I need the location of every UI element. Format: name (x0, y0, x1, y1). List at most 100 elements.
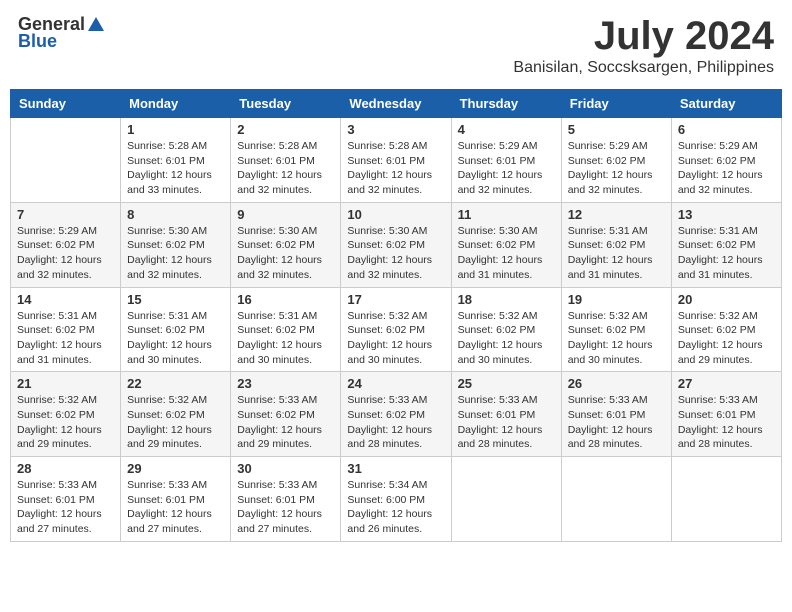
calendar-header-wednesday: Wednesday (341, 90, 451, 118)
calendar-week-row: 21 Sunrise: 5:32 AMSunset: 6:02 PMDayligh… (11, 372, 782, 457)
calendar-cell: 11Sunrise: 5:30 AMSunset: 6:02 PMDayligh… (451, 202, 561, 287)
calendar-week-row: 14 Sunrise: 5:31 AMSunset: 6:02 PMDayligh… (11, 287, 782, 372)
day-number: 28 (17, 461, 114, 476)
day-info: Sunrise: 5:34 AMSunset: 6:00 PMDaylight:… (347, 478, 444, 537)
day-info: Sunrise: 5:31 AMSunset: 6:02 PMDaylight:… (17, 309, 114, 368)
day-number: 25 (458, 376, 555, 391)
calendar-cell: 4 Sunrise: 5:29 AMSunset: 6:01 PMDaylight… (451, 118, 561, 203)
day-number: 14 (17, 292, 114, 307)
calendar-cell: 6 Sunrise: 5:29 AMSunset: 6:02 PMDaylight… (671, 118, 781, 203)
day-info: Sunrise: 5:31 AMSunset: 6:02 PMDaylight:… (678, 224, 775, 283)
calendar-header-sunday: Sunday (11, 90, 121, 118)
day-number: 26 (568, 376, 665, 391)
calendar-cell: 1 Sunrise: 5:28 AMSunset: 6:01 PMDaylight… (121, 118, 231, 203)
day-number: 5 (568, 122, 665, 137)
location-title: Banisilan, Soccsksargen, Philippines (513, 59, 774, 77)
logo-icon (86, 15, 106, 35)
calendar-cell: 28 Sunrise: 5:33 AMSunset: 6:01 PMDayligh… (11, 457, 121, 542)
day-info: Sunrise: 5:29 AMSunset: 6:01 PMDaylight:… (458, 139, 555, 198)
calendar-cell: 7 Sunrise: 5:29 AMSunset: 6:02 PMDaylight… (11, 202, 121, 287)
day-number: 29 (127, 461, 224, 476)
calendar-cell: 29 Sunrise: 5:33 AMSunset: 6:01 PMDayligh… (121, 457, 231, 542)
day-info: Sunrise: 5:29 AMSunset: 6:02 PMDaylight:… (568, 139, 665, 198)
calendar-week-row: 7 Sunrise: 5:29 AMSunset: 6:02 PMDaylight… (11, 202, 782, 287)
calendar-cell: 3 Sunrise: 5:28 AMSunset: 6:01 PMDaylight… (341, 118, 451, 203)
day-number: 11 (458, 207, 555, 222)
month-title: July 2024 (513, 14, 774, 59)
day-number: 22 (127, 376, 224, 391)
day-info: Sunrise: 5:32 AMSunset: 6:02 PMDaylight:… (458, 309, 555, 368)
calendar-cell: 21Sunrise: 5:32 AMSunset: 6:02 PMDayligh… (11, 372, 121, 457)
calendar-cell: 10Sunrise: 5:30 AMSunset: 6:02 PMDayligh… (341, 202, 451, 287)
day-info: Sunrise: 5:33 AMSunset: 6:01 PMDaylight:… (458, 393, 555, 452)
day-info: Sunrise: 5:28 AMSunset: 6:01 PMDaylight:… (237, 139, 334, 198)
calendar-cell: 27 Sunrise: 5:33 AMSunset: 6:01 PMDayligh… (671, 372, 781, 457)
day-number: 31 (347, 461, 444, 476)
calendar-header-friday: Friday (561, 90, 671, 118)
day-info: Sunrise: 5:29 AMSunset: 6:02 PMDaylight:… (17, 224, 114, 283)
day-info: Sunrise: 5:32 AMSunset: 6:02 PMDaylight:… (127, 393, 224, 452)
day-number: 3 (347, 122, 444, 137)
calendar-cell: 22 Sunrise: 5:32 AMSunset: 6:02 PMDayligh… (121, 372, 231, 457)
day-info: Sunrise: 5:31 AMSunset: 6:02 PMDaylight:… (127, 309, 224, 368)
calendar-cell (561, 457, 671, 542)
day-number: 27 (678, 376, 775, 391)
logo: General Blue (18, 14, 106, 52)
calendar-cell: 18 Sunrise: 5:32 AMSunset: 6:02 PMDayligh… (451, 287, 561, 372)
calendar-cell: 8Sunrise: 5:30 AMSunset: 6:02 PMDaylight… (121, 202, 231, 287)
day-info: Sunrise: 5:33 AMSunset: 6:01 PMDaylight:… (17, 478, 114, 537)
calendar-cell (451, 457, 561, 542)
day-number: 17 (347, 292, 444, 307)
day-info: Sunrise: 5:33 AMSunset: 6:01 PMDaylight:… (237, 478, 334, 537)
day-info: Sunrise: 5:28 AMSunset: 6:01 PMDaylight:… (347, 139, 444, 198)
calendar-cell: 19 Sunrise: 5:32 AMSunset: 6:02 PMDayligh… (561, 287, 671, 372)
day-number: 16 (237, 292, 334, 307)
day-number: 13 (678, 207, 775, 222)
calendar-cell: 2 Sunrise: 5:28 AMSunset: 6:01 PMDaylight… (231, 118, 341, 203)
calendar-cell: 9Sunrise: 5:30 AMSunset: 6:02 PMDaylight… (231, 202, 341, 287)
calendar-week-row: 1 Sunrise: 5:28 AMSunset: 6:01 PMDaylight… (11, 118, 782, 203)
day-info: Sunrise: 5:30 AMSunset: 6:02 PMDaylight:… (237, 224, 334, 283)
day-info: Sunrise: 5:31 AMSunset: 6:02 PMDaylight:… (237, 309, 334, 368)
calendar-header-row: SundayMondayTuesdayWednesdayThursdayFrid… (11, 90, 782, 118)
day-info: Sunrise: 5:33 AMSunset: 6:01 PMDaylight:… (568, 393, 665, 452)
calendar-cell: 5 Sunrise: 5:29 AMSunset: 6:02 PMDaylight… (561, 118, 671, 203)
calendar-cell: 14 Sunrise: 5:31 AMSunset: 6:02 PMDayligh… (11, 287, 121, 372)
calendar-cell: 30 Sunrise: 5:33 AMSunset: 6:01 PMDayligh… (231, 457, 341, 542)
calendar-cell (11, 118, 121, 203)
day-number: 1 (127, 122, 224, 137)
calendar-cell: 26 Sunrise: 5:33 AMSunset: 6:01 PMDayligh… (561, 372, 671, 457)
logo-blue-text: Blue (18, 31, 57, 52)
day-number: 2 (237, 122, 334, 137)
day-info: Sunrise: 5:33 AMSunset: 6:01 PMDaylight:… (678, 393, 775, 452)
calendar-cell: 24Sunrise: 5:33 AMSunset: 6:02 PMDayligh… (341, 372, 451, 457)
calendar-header-thursday: Thursday (451, 90, 561, 118)
day-number: 6 (678, 122, 775, 137)
calendar-header-monday: Monday (121, 90, 231, 118)
calendar-header-tuesday: Tuesday (231, 90, 341, 118)
day-number: 19 (568, 292, 665, 307)
calendar-cell: 13 Sunrise: 5:31 AMSunset: 6:02 PMDayligh… (671, 202, 781, 287)
day-number: 10 (347, 207, 444, 222)
calendar-cell: 31 Sunrise: 5:34 AMSunset: 6:00 PMDayligh… (341, 457, 451, 542)
day-info: Sunrise: 5:33 AMSunset: 6:01 PMDaylight:… (127, 478, 224, 537)
day-number: 7 (17, 207, 114, 222)
title-area: July 2024 Banisilan, Soccsksargen, Phili… (513, 14, 774, 77)
day-number: 8 (127, 207, 224, 222)
calendar-cell: 25 Sunrise: 5:33 AMSunset: 6:01 PMDayligh… (451, 372, 561, 457)
calendar-cell: 20 Sunrise: 5:32 AMSunset: 6:02 PMDayligh… (671, 287, 781, 372)
day-number: 18 (458, 292, 555, 307)
day-number: 23 (237, 376, 334, 391)
day-info: Sunrise: 5:32 AMSunset: 6:02 PMDaylight:… (678, 309, 775, 368)
day-number: 4 (458, 122, 555, 137)
day-number: 20 (678, 292, 775, 307)
day-number: 30 (237, 461, 334, 476)
day-info: Sunrise: 5:29 AMSunset: 6:02 PMDaylight:… (678, 139, 775, 198)
calendar: SundayMondayTuesdayWednesdayThursdayFrid… (10, 89, 782, 542)
header: General Blue July 2024 Banisilan, Soccsk… (10, 10, 782, 81)
calendar-week-row: 28 Sunrise: 5:33 AMSunset: 6:01 PMDayligh… (11, 457, 782, 542)
day-info: Sunrise: 5:28 AMSunset: 6:01 PMDaylight:… (127, 139, 224, 198)
day-info: Sunrise: 5:32 AMSunset: 6:02 PMDaylight:… (568, 309, 665, 368)
calendar-body: 1 Sunrise: 5:28 AMSunset: 6:01 PMDaylight… (11, 118, 782, 542)
day-number: 21 (17, 376, 114, 391)
